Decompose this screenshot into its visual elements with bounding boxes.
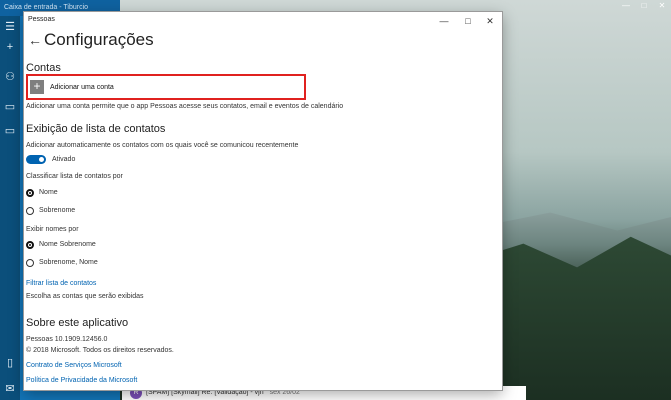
copyright: © 2018 Microsoft. Todos os direitos rese… bbox=[26, 347, 174, 354]
plus-icon: + bbox=[30, 80, 44, 94]
contacts-display-heading: Exibição de lista de contatos bbox=[26, 123, 166, 135]
about-heading: Sobre este aplicativo bbox=[26, 317, 129, 329]
folder-icon-2[interactable]: ▭ bbox=[3, 124, 17, 138]
display-label: Exibir nomes por bbox=[26, 226, 79, 233]
privacy-policy-link[interactable]: Política de Privacidade da Microsoft bbox=[26, 377, 137, 384]
hamburger-menu-icon[interactable]: ☰ bbox=[3, 20, 17, 34]
window-title: Pessoas bbox=[28, 16, 55, 23]
mail-date: sex 26/02 bbox=[269, 389, 300, 396]
display-option-sobrenome-nome: Sobrenome, Nome bbox=[39, 259, 98, 266]
bg-minimize-icon[interactable]: — bbox=[617, 0, 635, 12]
back-arrow-icon[interactable]: ← bbox=[28, 32, 44, 48]
bg-maximize-icon[interactable]: □ bbox=[635, 0, 653, 12]
sort-option-nome: Nome bbox=[39, 189, 58, 196]
window-titlebar: Pessoas — □ ✕ bbox=[24, 12, 502, 30]
auto-add-label: Adicionar automaticamente os contatos co… bbox=[26, 142, 299, 149]
app-version: Pessoas 10.1909.12456.0 bbox=[26, 336, 108, 343]
mail-subject: [SPAM] [Skymail] Re: [Validação] - vjn bbox=[146, 389, 264, 396]
folder-icon[interactable]: ▭ bbox=[3, 100, 17, 114]
phone-icon[interactable]: ▯ bbox=[3, 356, 17, 370]
add-account-highlight: + Adicionar uma conta bbox=[26, 74, 306, 100]
auto-add-toggle[interactable] bbox=[26, 155, 46, 164]
display-radio-nome-sobrenome[interactable] bbox=[26, 241, 34, 249]
filter-description: Escolha as contas que serão exibidas bbox=[26, 293, 144, 300]
sort-option-sobrenome: Sobrenome bbox=[39, 207, 76, 214]
new-mail-icon[interactable]: + bbox=[3, 40, 17, 54]
filter-contacts-link[interactable]: Filtrar lista de contatos bbox=[26, 280, 96, 287]
display-radio-sobrenome-nome[interactable] bbox=[26, 259, 34, 267]
add-account-label: Adicionar uma conta bbox=[50, 83, 114, 91]
bg-close-icon[interactable]: ✕ bbox=[653, 0, 671, 12]
add-account-button[interactable]: + Adicionar uma conta bbox=[30, 80, 114, 94]
maximize-button[interactable]: □ bbox=[456, 12, 480, 30]
close-button[interactable]: ✕ bbox=[478, 12, 502, 30]
mail-icon[interactable]: ✉ bbox=[3, 382, 17, 396]
page-header: ← Configurações bbox=[24, 30, 502, 58]
background-window-controls: — □ ✕ bbox=[617, 0, 671, 12]
services-agreement-link[interactable]: Contrato de Serviços Microsoft bbox=[26, 362, 122, 369]
account-icon[interactable]: ⚇ bbox=[3, 70, 17, 84]
sort-radio-sobrenome[interactable] bbox=[26, 207, 34, 215]
toggle-state: Ativado bbox=[52, 156, 76, 163]
display-option-nome-sobrenome: Nome Sobrenome bbox=[39, 241, 96, 248]
page-title: Configurações bbox=[44, 30, 154, 49]
mail-nav-rail: ☰ + ⚇ ▭ ▭ ▯ ✉ bbox=[0, 16, 20, 400]
minimize-button[interactable]: — bbox=[432, 12, 456, 30]
sort-radio-nome[interactable] bbox=[26, 189, 34, 197]
accounts-description: Adicionar uma conta permite que o app Pe… bbox=[26, 103, 344, 110]
pessoas-window: Pessoas — □ ✕ ← Configurações Contas + A… bbox=[24, 12, 502, 390]
accounts-heading: Contas bbox=[26, 62, 61, 74]
sort-label: Classificar lista de contatos por bbox=[26, 173, 123, 180]
